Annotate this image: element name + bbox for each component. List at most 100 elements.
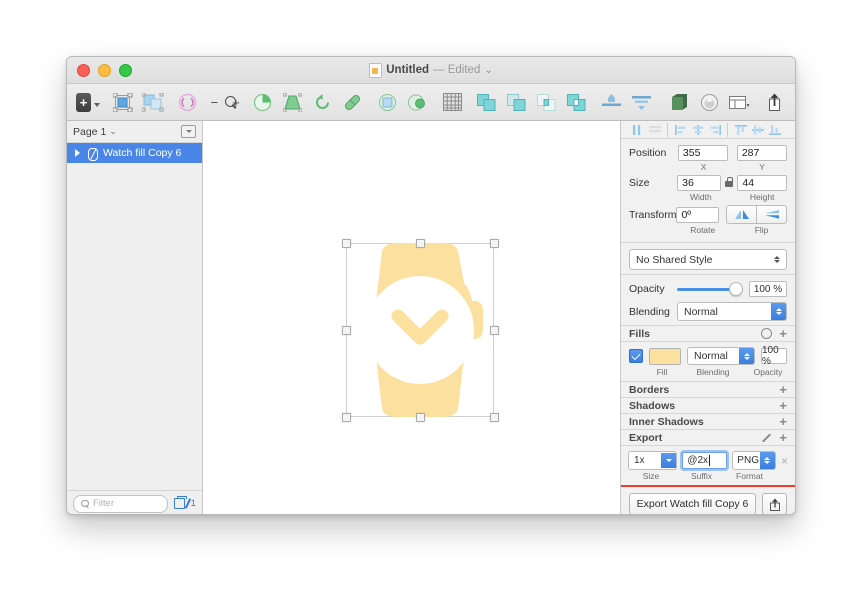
flip-vertical-icon[interactable]: [757, 205, 787, 224]
make-symbol-icon: [671, 93, 687, 110]
plus-icon[interactable]: +: [779, 326, 787, 341]
rotate-input[interactable]: 0º: [676, 206, 719, 223]
export-button[interactable]: Export Watch fill Copy 6: [629, 493, 756, 514]
search-icon: [81, 499, 89, 508]
pencil-icon[interactable]: [762, 432, 772, 443]
plus-icon[interactable]: +: [779, 430, 787, 445]
export-action-row: Export Watch fill Copy 6: [621, 487, 795, 514]
scale-button[interactable]: [108, 89, 138, 115]
align-bottom-edges-icon[interactable]: [766, 121, 783, 138]
size-row: Size 36 44: [629, 175, 787, 191]
position-y-input[interactable]: 287: [736, 145, 787, 161]
boolean-difference-button[interactable]: [562, 89, 592, 115]
filter-input[interactable]: Filter: [73, 494, 168, 513]
selection-handle[interactable]: [342, 413, 351, 422]
align-top-edges-icon[interactable]: [732, 121, 749, 138]
insert-button[interactable]: +: [73, 89, 103, 115]
share-icon[interactable]: [762, 493, 787, 514]
make-symbol-button[interactable]: [664, 89, 694, 115]
position-label: Position: [629, 147, 667, 159]
selected-artwork[interactable]: [342, 239, 499, 422]
view-layout-button[interactable]: [724, 89, 754, 115]
export-suffix-input[interactable]: @2x: [682, 452, 728, 469]
selection-handle[interactable]: [416, 413, 425, 422]
layer-name: Watch fill Copy 6: [103, 147, 182, 159]
boolean-union-button[interactable]: [472, 89, 502, 115]
pill-shape-button[interactable]: [338, 89, 368, 115]
transform-label: Transform: [629, 208, 677, 221]
boolean-subtract-button[interactable]: [502, 89, 532, 115]
group-button[interactable]: [138, 89, 168, 115]
selection-handle[interactable]: [416, 239, 425, 248]
rotate-copies-button[interactable]: [173, 89, 203, 115]
cloud-button[interactable]: [694, 89, 724, 115]
layer-count-indicator[interactable]: 1: [173, 495, 196, 509]
align-objects-button[interactable]: [597, 89, 627, 115]
gear-icon[interactable]: [761, 328, 773, 339]
layers-list: Watch fill Copy 6: [67, 143, 202, 490]
align-right-edges-icon[interactable]: [706, 121, 723, 138]
page-selector[interactable]: Page 1 ⌄: [73, 126, 117, 138]
shared-style-select[interactable]: No Shared Style: [629, 249, 787, 270]
edited-status: — Edited: [433, 64, 481, 76]
flip-horizontal-icon[interactable]: [726, 205, 757, 224]
rotate-icon: [316, 93, 330, 109]
zoom-button[interactable]: [119, 63, 132, 77]
export-title: Export: [629, 431, 663, 444]
opacity-slider-knob[interactable]: [729, 282, 743, 296]
opacity-slider[interactable]: [677, 282, 743, 296]
rotate-button[interactable]: [308, 89, 338, 115]
disclosure-triangle-icon[interactable]: [75, 149, 80, 157]
boolean-intersect-button[interactable]: [532, 89, 562, 115]
shadows-section-header[interactable]: Shadows +: [621, 398, 795, 414]
zoom-out-button[interactable]: −: [210, 95, 218, 110]
align-left-edges-icon[interactable]: [672, 121, 689, 138]
opacity-input[interactable]: 100 %: [749, 281, 787, 297]
size-width-input[interactable]: 36: [677, 175, 722, 191]
remove-export-preset-button[interactable]: ×: [781, 455, 788, 467]
layer-row-watch-fill-copy-6[interactable]: Watch fill Copy 6: [67, 143, 202, 163]
plus-icon[interactable]: +: [779, 382, 787, 397]
convert-to-outlines-button[interactable]: [278, 89, 308, 115]
fill-row: Normal 100 %: [621, 342, 795, 367]
subtract-button[interactable]: [402, 89, 432, 115]
union-button[interactable]: [372, 89, 402, 115]
blending-select[interactable]: Normal: [677, 302, 787, 321]
plus-icon[interactable]: +: [779, 414, 787, 429]
fill-blending-select[interactable]: Normal: [687, 347, 755, 365]
align-left-icon[interactable]: [629, 121, 646, 138]
fill-opacity-input[interactable]: 100 %: [761, 345, 787, 367]
selection-handle[interactable]: [490, 239, 499, 248]
chevron-down-icon[interactable]: ⌄: [484, 65, 492, 76]
inner-shadows-section-header[interactable]: Inner Shadows +: [621, 414, 795, 430]
pill-icon: [345, 94, 361, 110]
position-x-input[interactable]: 355: [677, 145, 729, 161]
selection-handle[interactable]: [490, 326, 499, 335]
selection-handle[interactable]: [342, 326, 351, 335]
fill-color-swatch[interactable]: [649, 347, 681, 365]
borders-section-header[interactable]: Borders +: [621, 382, 795, 398]
geometry-section: Position 355 287 X Y Size 36 44 Width He…: [621, 139, 795, 243]
page-menu-icon[interactable]: [181, 125, 196, 138]
export-section-header: Export +: [621, 430, 795, 446]
canvas-area[interactable]: [203, 121, 620, 514]
align-centers-icon[interactable]: [689, 121, 706, 138]
export-share-button[interactable]: [759, 89, 789, 115]
export-format-select[interactable]: PNG: [732, 451, 776, 470]
export-size-select[interactable]: 1x: [628, 451, 678, 470]
minimize-button[interactable]: [98, 63, 111, 77]
distribute-objects-button[interactable]: [627, 89, 657, 115]
selection-handle[interactable]: [342, 239, 351, 248]
plus-icon[interactable]: +: [779, 398, 787, 413]
size-width-sublabel: Width: [690, 192, 712, 202]
grid-button[interactable]: [437, 89, 467, 115]
align-middles-icon[interactable]: [749, 121, 766, 138]
mask-button[interactable]: [248, 89, 278, 115]
size-height-input[interactable]: 44: [737, 175, 787, 191]
lock-proportions-icon[interactable]: [724, 177, 734, 189]
fill-enabled-checkbox[interactable]: [629, 349, 643, 363]
align-center-horizontal-icon[interactable]: [646, 121, 663, 138]
selection-handle[interactable]: [490, 413, 499, 422]
close-button[interactable]: [77, 63, 90, 77]
export-size-sublabel: Size: [642, 471, 660, 481]
